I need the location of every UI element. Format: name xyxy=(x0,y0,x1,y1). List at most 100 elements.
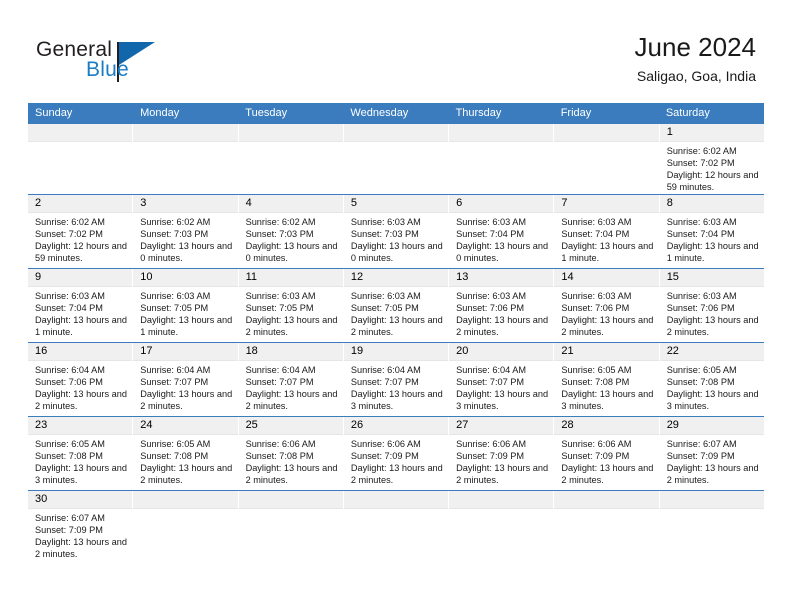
day-number-band: 8 xyxy=(659,195,764,213)
day-number: 8 xyxy=(666,197,673,209)
sunrise-text: Sunrise: 6:06 AM xyxy=(561,439,632,449)
calendar-day-cell[interactable]: 23 Sunrise: 6:05 AM Sunset: 7:08 PM Dayligh… xyxy=(28,417,134,490)
day-details: Sunrise: 6:06 AM Sunset: 7:09 PM Daylight:… xyxy=(554,435,658,486)
calendar-grid: Sunday Monday Tuesday Wednesday Thursday Frid… xyxy=(28,103,764,566)
sunrise-text: Sunrise: 6:02 AM xyxy=(666,146,737,156)
sunset-text: Sunset: 7:04 PM xyxy=(561,229,630,240)
calendar-day-empty xyxy=(449,491,555,566)
sunrise-text: Sunrise: 6:05 AM xyxy=(666,365,737,375)
sunset-text: Sunset: 7:06 PM xyxy=(456,303,525,314)
calendar-day-cell[interactable]: 3 Sunrise: 6:02 AM Sunset: 7:03 PM Daylight… xyxy=(133,195,239,268)
calendar-day-cell[interactable]: 1 Sunrise: 6:02 AM Sunset: 7:02 PM Daylight… xyxy=(659,124,764,194)
calendar-day-cell[interactable]: 21 Sunrise: 6:05 AM Sunset: 7:08 PM Dayligh… xyxy=(554,343,660,416)
calendar-day-empty xyxy=(554,491,660,566)
day-number-band: 19 xyxy=(343,343,449,361)
day-details: Sunrise: 6:03 AM Sunset: 7:05 PM Daylight:… xyxy=(344,287,448,338)
day-number-band: 29 xyxy=(659,417,764,435)
daylight-text: Daylight: 13 hours and 0 minutes. xyxy=(140,241,233,264)
sunset-text: Sunset: 7:02 PM xyxy=(666,158,735,169)
calendar-day-cell[interactable]: 20 Sunrise: 6:04 AM Sunset: 7:07 PM Dayligh… xyxy=(449,343,555,416)
calendar-day-cell[interactable]: 2 Sunrise: 6:02 AM Sunset: 7:02 PM Daylight… xyxy=(28,195,134,268)
page-header: General Blue June 2024 Saligao, Goa, Ind… xyxy=(0,0,792,103)
day-number-band: 15 xyxy=(659,269,764,287)
title-block: June 2024 Saligao, Goa, India xyxy=(635,30,756,86)
sunset-text: Sunset: 7:08 PM xyxy=(35,451,103,462)
day-number: 16 xyxy=(35,345,48,357)
calendar-day-cell[interactable]: 5 Sunrise: 6:03 AM Sunset: 7:03 PM Daylight… xyxy=(343,195,450,268)
sunset-text: Sunset: 7:06 PM xyxy=(35,377,103,388)
calendar-day-cell[interactable]: 18 Sunrise: 6:04 AM Sunset: 7:07 PM Dayligh… xyxy=(238,343,344,416)
day-number: 5 xyxy=(350,197,357,209)
calendar-day-cell[interactable]: 17 Sunrise: 6:04 AM Sunset: 7:07 PM Dayligh… xyxy=(133,343,239,416)
calendar-day-cell[interactable]: 25 Sunrise: 6:06 AM Sunset: 7:08 PM Dayligh… xyxy=(238,417,344,490)
sunrise-text: Sunrise: 6:05 AM xyxy=(561,365,632,375)
calendar-day-cell[interactable]: 13 Sunrise: 6:03 AM Sunset: 7:06 PM Dayligh… xyxy=(449,269,555,342)
calendar-day-cell[interactable]: 10 Sunrise: 6:03 AM Sunset: 7:05 PM Dayligh… xyxy=(133,269,239,342)
calendar-day-cell[interactable]: 29 Sunrise: 6:07 AM Sunset: 7:09 PM Dayligh… xyxy=(659,417,764,490)
calendar-day-cell[interactable]: 14 Sunrise: 6:03 AM Sunset: 7:06 PM Dayligh… xyxy=(554,269,660,342)
day-details: Sunrise: 6:04 AM Sunset: 7:07 PM Daylight:… xyxy=(239,361,343,412)
day-details: Sunrise: 6:04 AM Sunset: 7:07 PM Daylight:… xyxy=(133,361,237,412)
weekday-header-sunday: Sunday xyxy=(35,107,73,119)
daylight-text: Daylight: 13 hours and 2 minutes. xyxy=(666,315,759,338)
page-title: June 2024 xyxy=(634,32,756,62)
calendar-day-cell[interactable]: 11 Sunrise: 6:03 AM Sunset: 7:05 PM Dayligh… xyxy=(238,269,344,342)
day-number-band xyxy=(28,124,133,142)
daylight-text: Daylight: 13 hours and 2 minutes. xyxy=(35,537,127,560)
day-number-band: 3 xyxy=(133,195,238,213)
calendar-week-row: 1 Sunrise: 6:02 AM Sunset: 7:02 PM Daylight… xyxy=(28,124,764,195)
calendar-day-cell[interactable]: 26 Sunrise: 6:06 AM Sunset: 7:09 PM Dayligh… xyxy=(343,417,450,490)
sunset-text: Sunset: 7:02 PM xyxy=(35,229,103,240)
calendar-day-cell[interactable]: 16 Sunrise: 6:04 AM Sunset: 7:06 PM Dayligh… xyxy=(28,343,134,416)
calendar-week-row: 9 Sunrise: 6:03 AM Sunset: 7:04 PM Daylight… xyxy=(28,269,764,343)
sunrise-text: Sunrise: 6:03 AM xyxy=(245,291,316,301)
calendar-day-cell[interactable]: 19 Sunrise: 6:04 AM Sunset: 7:07 PM Dayligh… xyxy=(343,343,450,416)
daylight-text: Daylight: 13 hours and 2 minutes. xyxy=(245,315,338,338)
calendar-day-cell[interactable]: 30 Sunrise: 6:07 AM Sunset: 7:09 PM Dayligh… xyxy=(28,491,134,566)
calendar-day-cell[interactable]: 22 Sunrise: 6:05 AM Sunset: 7:08 PM Dayligh… xyxy=(659,343,764,416)
sunrise-text: Sunrise: 6:06 AM xyxy=(350,439,421,449)
day-number: 22 xyxy=(666,345,679,357)
calendar-day-cell[interactable]: 8 Sunrise: 6:03 AM Sunset: 7:04 PM Daylight… xyxy=(659,195,764,268)
calendar-day-cell[interactable]: 6 Sunrise: 6:03 AM Sunset: 7:04 PM Daylight… xyxy=(449,195,555,268)
day-number-band xyxy=(238,124,343,142)
day-number-band xyxy=(343,124,449,142)
calendar-day-cell[interactable]: 27 Sunrise: 6:06 AM Sunset: 7:09 PM Dayligh… xyxy=(449,417,555,490)
calendar-day-cell[interactable]: 28 Sunrise: 6:06 AM Sunset: 7:09 PM Dayligh… xyxy=(554,417,660,490)
day-details: Sunrise: 6:02 AM Sunset: 7:03 PM Daylight:… xyxy=(133,213,237,264)
sunrise-text: Sunrise: 6:06 AM xyxy=(456,439,527,449)
weekday-header-monday: Monday xyxy=(140,107,180,119)
daylight-text: Daylight: 13 hours and 2 minutes. xyxy=(350,463,443,486)
calendar-day-cell[interactable]: 24 Sunrise: 6:05 AM Sunset: 7:08 PM Dayligh… xyxy=(133,417,239,490)
day-number: 17 xyxy=(140,345,153,357)
sunset-text: Sunset: 7:08 PM xyxy=(561,377,630,388)
sunset-text: Sunset: 7:08 PM xyxy=(140,451,209,462)
page-subtitle: Saligao, Goa, India xyxy=(636,68,756,84)
day-number: 18 xyxy=(245,345,258,357)
calendar-day-cell[interactable]: 4 Sunrise: 6:02 AM Sunset: 7:03 PM Daylight… xyxy=(238,195,344,268)
daylight-text: Daylight: 12 hours and 59 minutes. xyxy=(666,170,759,193)
day-number: 13 xyxy=(456,271,469,283)
sunrise-text: Sunrise: 6:06 AM xyxy=(245,439,316,449)
day-number-band: 22 xyxy=(659,343,764,361)
day-details: Sunrise: 6:07 AM Sunset: 7:09 PM Daylight:… xyxy=(28,509,132,560)
weekday-header-friday: Friday xyxy=(560,107,592,119)
daylight-text: Daylight: 13 hours and 1 minute. xyxy=(561,241,654,264)
day-number-band: 4 xyxy=(238,195,343,213)
general-blue-logo[interactable]: General Blue xyxy=(36,38,196,88)
calendar-day-cell[interactable]: 7 Sunrise: 6:03 AM Sunset: 7:04 PM Daylight… xyxy=(554,195,660,268)
calendar-day-cell[interactable]: 15 Sunrise: 6:03 AM Sunset: 7:06 PM Dayligh… xyxy=(659,269,764,342)
calendar-day-cell[interactable]: 12 Sunrise: 6:03 AM Sunset: 7:05 PM Dayligh… xyxy=(343,269,450,342)
day-number: 29 xyxy=(666,419,679,431)
calendar-day-cell[interactable]: 9 Sunrise: 6:03 AM Sunset: 7:04 PM Daylight… xyxy=(28,269,134,342)
day-number: 27 xyxy=(456,419,469,431)
daylight-text: Daylight: 13 hours and 2 minutes. xyxy=(350,315,443,338)
day-number-band: 20 xyxy=(449,343,554,361)
sunrise-text: Sunrise: 6:03 AM xyxy=(35,291,105,301)
calendar-day-empty xyxy=(133,491,239,566)
weekday-header-saturday: Saturday xyxy=(665,107,710,119)
calendar-day-empty xyxy=(449,124,555,194)
sunset-text: Sunset: 7:03 PM xyxy=(350,229,419,240)
sunset-text: Sunset: 7:08 PM xyxy=(245,451,314,462)
day-number: 28 xyxy=(561,419,574,431)
